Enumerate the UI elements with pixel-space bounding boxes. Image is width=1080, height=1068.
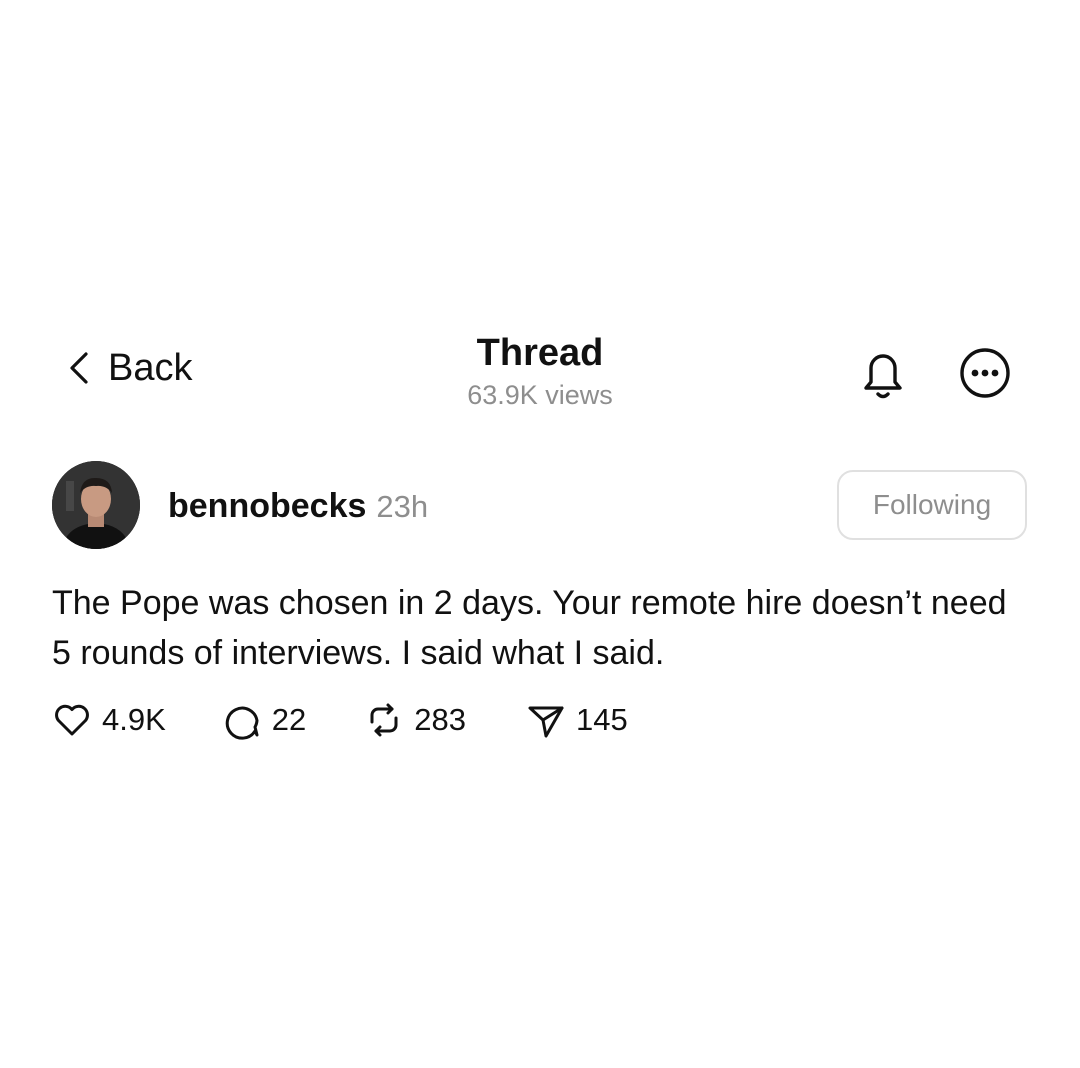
author-info: bennobecks 23h [168,486,428,527]
reply-button[interactable]: 22 [222,700,306,740]
send-icon [528,706,564,738]
repost-icon [370,703,398,737]
share-count: 145 [576,702,628,737]
post-text: The Pope was chosen in 2 days. Your remo… [52,584,1007,672]
avatar[interactable] [52,461,140,549]
post-actions: 4.9K 22 283 145 [52,700,628,740]
avatar-photo [52,461,140,549]
comment-icon [225,706,259,740]
share-button[interactable]: 145 [526,700,628,740]
post-time: 23h [376,489,429,524]
back-label: Back [108,347,193,389]
more-icon[interactable] [956,344,1014,402]
chevron-left-icon [70,352,88,384]
thread-header: Thread 63.9K views [390,330,690,412]
reply-count: 22 [271,702,307,737]
repost-count: 283 [414,702,466,737]
view-count: 63.9K views [467,380,613,410]
following-button[interactable]: Following [837,470,1027,540]
back-button[interactable]: Back [66,346,192,390]
username[interactable]: bennobecks [168,486,366,526]
like-count: 4.9K [102,702,166,737]
like-button[interactable]: 4.9K [52,700,166,740]
heart-icon [55,704,89,736]
page-title: Thread [476,332,604,374]
repost-button[interactable]: 283 [364,700,466,740]
bell-icon[interactable] [854,344,912,404]
